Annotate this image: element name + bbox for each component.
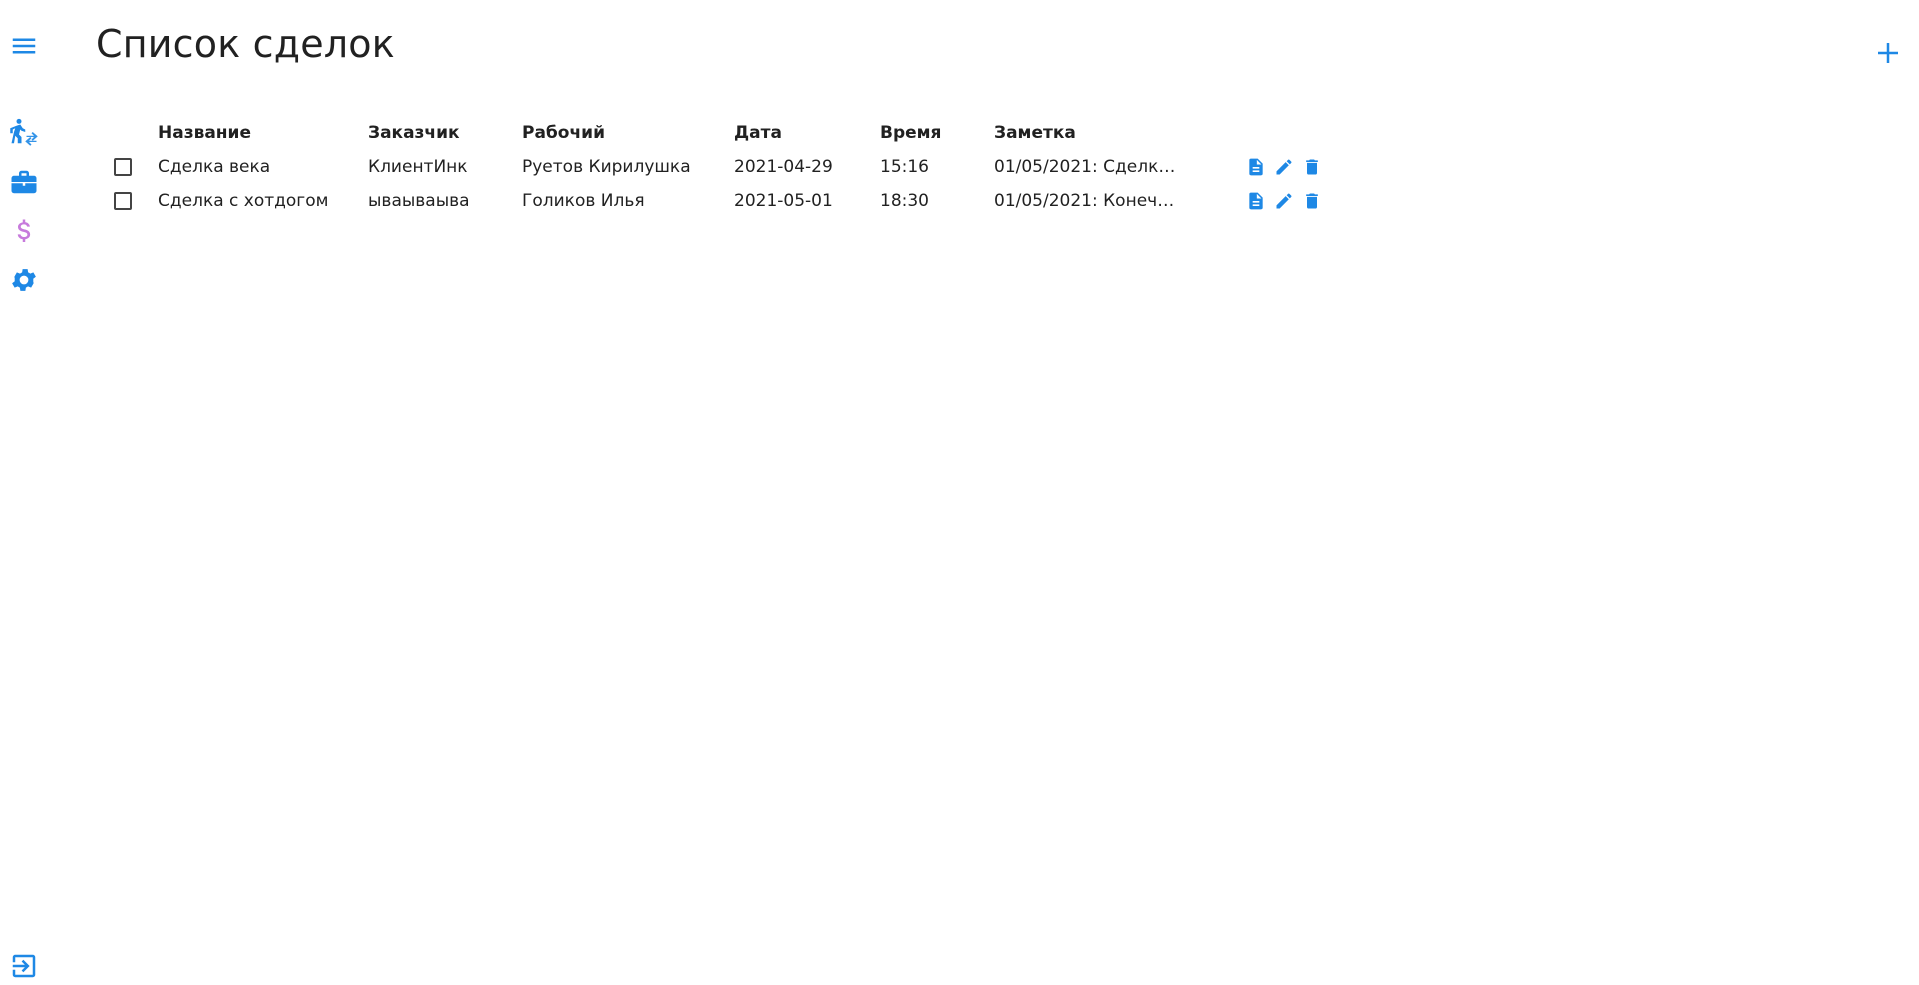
table-header-row: Название Заказчик Рабочий Дата Время Зам… (96, 116, 1332, 150)
gear-icon (12, 269, 36, 291)
header-note[interactable]: Заметка (986, 116, 1232, 150)
header-actions (1232, 116, 1332, 150)
pencil-icon (1276, 193, 1292, 209)
briefcase-icon (11, 170, 37, 194)
view-document-button[interactable] (1244, 189, 1268, 213)
worker-icon (10, 118, 38, 146)
row-checkbox[interactable] (114, 192, 132, 210)
document-icon (1249, 158, 1263, 176)
logout-icon (12, 954, 36, 978)
trash-icon (1306, 159, 1318, 175)
header-worker[interactable]: Рабочий (514, 116, 726, 150)
dollar-icon (17, 219, 31, 242)
page-title: Список сделок (96, 22, 395, 66)
sidebar-item-settings[interactable] (8, 264, 40, 296)
table-row[interactable]: Сделка с хотдогом ываываыва Голиков Илья… (96, 184, 1332, 218)
cell-date: 2021-04-29 (734, 157, 833, 177)
menu-button[interactable] (8, 30, 40, 62)
menu-icon (12, 38, 36, 54)
sidebar-item-finance[interactable] (8, 216, 40, 248)
header-time[interactable]: Время (872, 116, 986, 150)
header-date[interactable]: Дата (726, 116, 872, 150)
row-actions (1240, 155, 1324, 179)
logout-button[interactable] (8, 950, 40, 982)
trash-icon (1306, 193, 1318, 209)
deals-table: Название Заказчик Рабочий Дата Время Зам… (96, 116, 1332, 218)
view-document-button[interactable] (1244, 155, 1268, 179)
sidebar-item-deals[interactable] (8, 166, 40, 198)
cell-client: ываываыва (368, 191, 470, 211)
add-deal-button[interactable] (1871, 36, 1905, 70)
pencil-icon (1276, 159, 1292, 175)
document-icon (1249, 192, 1263, 210)
cell-time: 18:30 (880, 191, 929, 211)
cell-note: 01/05/2021: Конечно сделка (994, 191, 1182, 211)
header-name[interactable]: Название (150, 116, 360, 150)
sidebar-item-workers[interactable] (8, 116, 40, 148)
cell-name: Сделка с хотдогом (158, 191, 329, 211)
edit-button[interactable] (1272, 189, 1296, 213)
plus-icon (1878, 43, 1898, 63)
sidebar (0, 0, 48, 985)
cell-time: 15:16 (880, 157, 929, 177)
cell-date: 2021-05-01 (734, 191, 833, 211)
header-select (96, 116, 150, 150)
row-checkbox[interactable] (114, 158, 132, 176)
cell-worker: Руетов Кирилушка (522, 157, 691, 177)
delete-button[interactable] (1300, 189, 1324, 213)
cell-note: 01/05/2021: Сделка века (994, 157, 1182, 177)
cell-worker: Голиков Илья (522, 191, 645, 211)
edit-button[interactable] (1272, 155, 1296, 179)
table-row[interactable]: Сделка века КлиентИнк Руетов Кирилушка 2… (96, 150, 1332, 184)
cell-name: Сделка века (158, 157, 271, 177)
row-actions (1240, 189, 1324, 213)
delete-button[interactable] (1300, 155, 1324, 179)
cell-client: КлиентИнк (368, 157, 468, 177)
header-client[interactable]: Заказчик (360, 116, 514, 150)
